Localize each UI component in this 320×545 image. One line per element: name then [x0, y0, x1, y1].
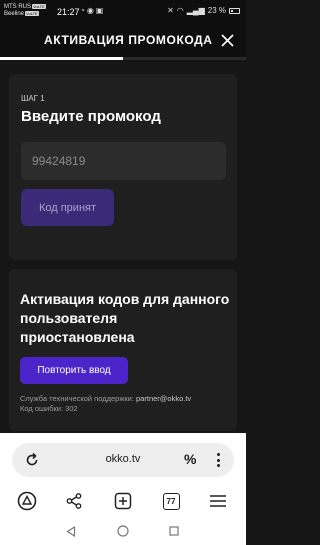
percent-icon[interactable]: % [184, 451, 196, 467]
step-title: Введите промокод [21, 108, 161, 125]
address-bar[interactable]: okko.tv % [12, 443, 234, 477]
retry-button[interactable]: Повторить ввод [20, 357, 128, 384]
error-code: Код ошибки: 302 [20, 404, 78, 413]
support-email-link[interactable]: partner@okko.tv [136, 394, 191, 403]
new-tab-icon [114, 492, 132, 510]
mute-icon: ✕ [167, 6, 174, 15]
code-accepted-button[interactable]: Код принят [21, 189, 114, 226]
recents-icon [169, 526, 179, 536]
more-vertical-icon[interactable] [215, 451, 221, 469]
close-button[interactable] [216, 29, 238, 51]
support-line: Служба технической поддержки: partner@ok… [20, 394, 191, 403]
page-title: АКТИВАЦИЯ ПРОМОКОДА [44, 33, 213, 47]
whatsapp-icon: ◔ [80, 6, 87, 15]
url-text[interactable]: okko.tv [12, 453, 234, 465]
signal-icon: ▂▄▆ [186, 6, 205, 15]
back-button[interactable] [63, 523, 79, 539]
carrier-1-tag: VoLTE [32, 4, 46, 9]
menu-icon [210, 495, 226, 507]
carrier-2: Beeline [4, 11, 25, 18]
app-header: АКТИВАЦИЯ ПРОМОКОДА [0, 24, 246, 57]
progress-fill [0, 57, 123, 60]
new-tab-button[interactable] [112, 490, 134, 512]
tabs-icon: 77 [162, 492, 180, 510]
carrier-2-tag: VoLTE [25, 11, 39, 17]
battery-percent: 23 % [207, 6, 226, 15]
recents-button[interactable] [166, 523, 182, 539]
nfc-icon: ▣ [95, 6, 106, 15]
support-label: Служба технической поддержки: [20, 394, 134, 403]
browser-toolbar: 77 [0, 486, 246, 514]
share-icon [66, 493, 82, 509]
step-label: ШАГ 1 [21, 94, 45, 103]
back-icon [66, 525, 76, 537]
eye-icon: ◉ [86, 6, 96, 15]
carrier-info: MTS RUS VoLTE Beeline VoLTE [4, 4, 46, 18]
status-bar: MTS RUS VoLTE Beeline VoLTE 21:27 ◔◉▣ ✕ ◠ … [0, 0, 246, 24]
activation-error-card: Активация кодов для данного пользователя… [9, 269, 237, 431]
share-button[interactable] [63, 490, 85, 512]
carrier-1: MTS RUS [4, 4, 31, 11]
status-time: 21:27 [57, 7, 80, 17]
browser-bar: okko.tv % 77 [0, 433, 246, 518]
error-title: Активация кодов для данного пользователя… [20, 291, 230, 345]
home-icon [17, 491, 37, 511]
promo-step-card: ШАГ 1 Введите промокод Код принят [9, 74, 237, 260]
system-nav-bar [0, 518, 246, 545]
home-button[interactable] [16, 490, 38, 512]
home-nav-button[interactable] [115, 523, 131, 539]
home-circle-icon [117, 525, 129, 537]
notification-icons: ◔◉▣ [80, 6, 105, 15]
wifi-icon: ◠ [176, 6, 184, 15]
battery-icon [229, 7, 240, 14]
tabs-button[interactable]: 77 [160, 490, 182, 512]
close-icon [220, 33, 234, 47]
status-right: ✕ ◠ ▂▄▆ 23 % [167, 6, 240, 15]
menu-button[interactable] [207, 490, 229, 512]
promo-code-input[interactable] [21, 142, 226, 180]
